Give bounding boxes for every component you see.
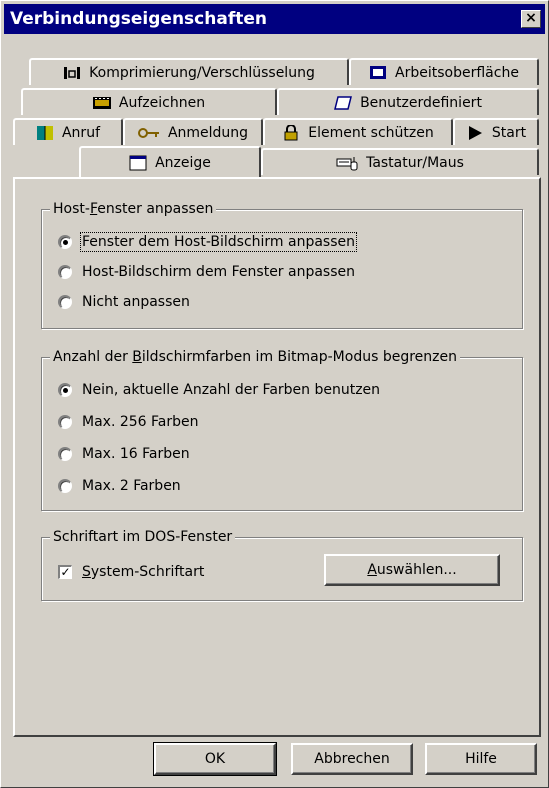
tab-row-2: Aufzeichnen Benutzerdefiniert <box>13 88 541 115</box>
choose-button[interactable]: Auswählen... <box>324 554 500 586</box>
tab-call[interactable]: Anruf <box>13 118 123 145</box>
radio-2-colors[interactable]: Max. 2 Farben <box>58 476 181 496</box>
ok-button[interactable]: OK <box>153 742 277 776</box>
radio-16-colors[interactable]: Max. 16 Farben <box>58 444 190 464</box>
checkbox-label: System-Schriftart <box>82 564 205 580</box>
tab-label: Anruf <box>61 124 100 141</box>
desktop-icon <box>369 65 387 81</box>
radio-label: Max. 2 Farben <box>82 478 181 494</box>
radio-label: Nicht anpassen <box>82 294 190 310</box>
tab-start[interactable]: Start <box>453 118 539 145</box>
radio-fit-host-to-window[interactable]: Host-Bildschirm dem Fenster anpassen <box>58 262 355 282</box>
radio-label: Host-Bildschirm dem Fenster anpassen <box>82 264 356 280</box>
group-legend: Schriftart im DOS-Fenster <box>50 528 236 546</box>
tab-label: Anmeldung <box>167 124 249 141</box>
tab-label: Element schützen <box>308 124 434 141</box>
radio-label: Max. 256 Farben <box>82 414 199 430</box>
host-window-group: Host-Fenster anpassen Fenster dem Host-B… <box>41 200 523 329</box>
play-icon <box>466 125 484 141</box>
compression-icon <box>63 65 81 81</box>
tab-compression[interactable]: Komprimierung/Verschlüsselung <box>29 58 349 85</box>
window-title: Verbindungseigenschaften <box>10 9 267 29</box>
tab-row-3: Anruf Anmeldung Element schützen Start <box>13 118 541 145</box>
tab-label: Arbeitsoberfläche <box>395 64 519 81</box>
radio-button[interactable] <box>58 235 72 249</box>
group-legend: Host-Fenster anpassen <box>50 200 217 218</box>
tab-keyboard-mouse[interactable]: Tastatur/Maus <box>261 148 539 175</box>
close-button[interactable]: × <box>521 10 541 28</box>
tab-protect-item[interactable]: Element schützen <box>263 118 453 145</box>
tab-label: Tastatur/Maus <box>366 154 464 171</box>
button-label: Auswählen... <box>367 562 457 578</box>
lock-icon <box>282 123 300 141</box>
tab-row-1: Komprimierung/Verschlüsselung Arbeitsobe… <box>13 58 541 85</box>
phonebook-icon <box>36 125 54 141</box>
tab-custom[interactable]: Benutzerdefiniert <box>277 88 539 115</box>
radio-no-fit[interactable]: Nicht anpassen <box>58 292 190 312</box>
dos-font-group: Schriftart im DOS-Fenster ✓ System-Schri… <box>41 528 523 601</box>
help-button[interactable]: Hilfe <box>425 743 537 775</box>
title-bar: Verbindungseigenschaften × <box>4 4 545 34</box>
keyboard-mouse-icon <box>336 155 358 171</box>
radio-button[interactable] <box>58 265 72 279</box>
tab-panel-display: Host-Fenster anpassen Fenster dem Host-B… <box>13 177 541 737</box>
radio-label: Max. 16 Farben <box>82 446 190 462</box>
tab-label: Aufzeichnen <box>118 94 206 111</box>
cancel-button[interactable]: Abbrechen <box>291 743 413 775</box>
recording-icon <box>92 95 111 111</box>
tab-login[interactable]: Anmeldung <box>123 118 263 145</box>
tab-desktop[interactable]: Arbeitsoberfläche <box>349 58 539 85</box>
tab-label: Start <box>491 124 527 141</box>
radio-256-colors[interactable]: Max. 256 Farben <box>58 412 199 432</box>
radio-current-colors[interactable]: Nein, aktuelle Anzahl der Farben benutze… <box>58 380 380 400</box>
tab-label: Komprimierung/Verschlüsselung <box>89 64 315 81</box>
radio-button[interactable] <box>58 383 72 397</box>
radio-button[interactable] <box>58 295 72 309</box>
dialog-window: Verbindungseigenschaften × Komprimierung… <box>0 0 549 788</box>
custom-icon <box>334 95 353 111</box>
radio-label: Fenster dem Host-Bildschirm anpassen <box>79 232 358 252</box>
checkbox[interactable]: ✓ <box>58 565 72 579</box>
tab-row-4: Anzeige Tastatur/Maus <box>13 146 541 177</box>
screen-colors-group: Anzahl der Bildschirmfarben im Bitmap-Mo… <box>41 348 523 511</box>
group-legend: Anzahl der Bildschirmfarben im Bitmap-Mo… <box>50 348 460 366</box>
radio-fit-window-to-host[interactable]: Fenster dem Host-Bildschirm anpassen <box>58 232 358 252</box>
close-icon: × <box>525 10 537 26</box>
system-font-checkbox[interactable]: ✓ System-Schriftart <box>58 562 204 582</box>
tab-recording[interactable]: Aufzeichnen <box>21 88 277 115</box>
radio-button[interactable] <box>58 415 72 429</box>
key-icon <box>137 125 160 141</box>
radio-button[interactable] <box>58 479 72 493</box>
tab-label: Benutzerdefiniert <box>360 94 482 111</box>
radio-button[interactable] <box>58 447 72 461</box>
window-icon <box>129 155 147 171</box>
tab-label: Anzeige <box>155 154 211 171</box>
radio-label: Nein, aktuelle Anzahl der Farben benutze… <box>82 382 381 398</box>
tab-display[interactable]: Anzeige <box>79 146 261 177</box>
